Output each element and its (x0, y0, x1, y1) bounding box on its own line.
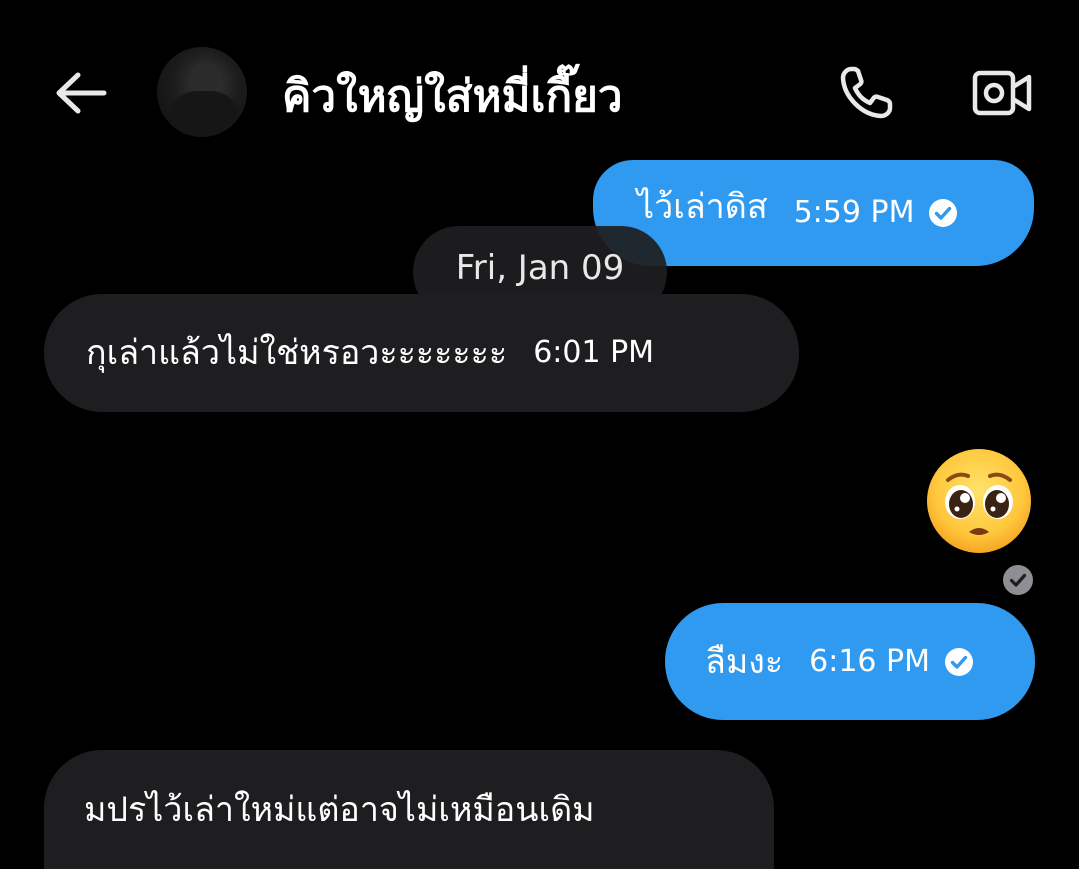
avatar-head-shape (191, 63, 219, 93)
message-bubble-outgoing[interactable]: ลืมงะ 6:16 PM (665, 603, 1035, 720)
voice-call-button[interactable] (832, 62, 900, 124)
message-time: 5:59 PM (793, 195, 915, 230)
contact-name[interactable]: คิวใหญ่ใส่หมี่เกี๊ยว (282, 62, 623, 132)
back-button[interactable] (50, 66, 110, 120)
video-call-button[interactable] (968, 62, 1036, 124)
check-circle-icon (944, 647, 974, 677)
contact-avatar[interactable] (157, 47, 247, 137)
sent-status-icon (1002, 564, 1034, 596)
message-text: มปรไว้เล่าใหม่แต่อาจไม่เหมือนเดิม (84, 789, 595, 830)
chat-header: คิวใหญ่ใส่หมี่เกี๊ยว (0, 0, 1079, 180)
phone-icon (840, 66, 893, 119)
message-text: กุเล่าแล้วไม่ใช่หรอวะะะะะะะ (86, 333, 508, 373)
arrow-left-icon (56, 72, 107, 114)
message-text: ไว้เล่าดิส (637, 187, 768, 227)
pleading-face-emoji[interactable] (924, 446, 1034, 556)
message-time: 6:16 PM (809, 643, 931, 679)
avatar-body-shape (171, 91, 237, 137)
message-time: 6:01 PM (533, 335, 655, 370)
message-text: ลืมงะ (705, 641, 784, 682)
video-camera-icon (972, 70, 1032, 116)
message-bubble-incoming[interactable]: กุเล่าแล้วไม่ใช่หรอวะะะะะะะ 6:01 PM (44, 294, 799, 412)
message-bubble-incoming[interactable]: มปรไว้เล่าใหม่แต่อาจไม่เหมือนเดิม (44, 750, 774, 869)
check-circle-icon (928, 198, 958, 228)
